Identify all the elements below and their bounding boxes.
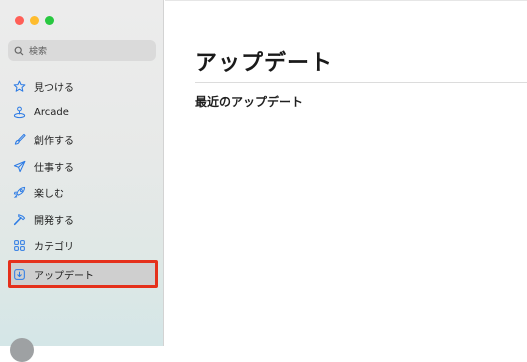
sidebar-item-label: 仕事する	[34, 162, 74, 174]
page-title: アップデート	[195, 51, 334, 76]
sidebar-item-label: Arcade	[34, 107, 69, 119]
rocket-icon	[13, 187, 26, 199]
sidebar-item-label: カテゴリ	[34, 242, 74, 254]
sidebar-item-updates[interactable]: アップデート	[8, 260, 158, 289]
sidebar-item-label: 開発する	[34, 215, 74, 227]
sidebar-item-label: アップデート	[34, 270, 94, 282]
account-avatar[interactable]	[10, 338, 34, 362]
sidebar-item-arcade[interactable]: Arcade	[8, 100, 158, 127]
search-icon	[14, 46, 24, 55]
joystick-icon	[13, 106, 26, 119]
main-content: アップデート 最近のアップデート	[165, 0, 527, 346]
paintbrush-icon	[14, 133, 26, 145]
minimize-window-button[interactable]	[30, 16, 39, 25]
search-field[interactable]: 検索	[8, 40, 156, 61]
sidebar-item-label: 見つける	[34, 82, 74, 94]
download-box-icon	[14, 268, 25, 280]
sidebar-item-categories[interactable]: カテゴリ	[8, 233, 158, 260]
hammer-icon	[13, 213, 26, 225]
sidebar-item-develop[interactable]: 開発する	[8, 206, 158, 233]
search-placeholder: 検索	[29, 47, 48, 57]
zoom-window-button[interactable]	[45, 16, 54, 25]
sidebar-item-label: 楽しむ	[34, 189, 64, 201]
sidebar-item-create[interactable]: 創作する	[8, 126, 158, 153]
star-icon	[13, 80, 26, 92]
sidebar-item-work[interactable]: 仕事する	[8, 153, 158, 180]
window-controls	[15, 16, 54, 25]
sidebar-item-label: 創作する	[34, 135, 74, 147]
sidebar: 検索 見つける Arcade 創作する 仕事する 楽しむ 開発する カテゴリ ア…	[0, 0, 164, 362]
sidebar-item-play[interactable]: 楽しむ	[8, 179, 158, 206]
section-title: 最近のアップデート	[195, 95, 304, 109]
grid-icon	[14, 240, 25, 252]
close-window-button[interactable]	[15, 16, 24, 25]
sidebar-item-discover[interactable]: 見つける	[8, 73, 158, 100]
paper-plane-icon	[13, 160, 26, 172]
sidebar-nav: 見つける Arcade 創作する 仕事する 楽しむ 開発する カテゴリ アップデ…	[8, 73, 158, 289]
title-divider	[195, 82, 527, 83]
